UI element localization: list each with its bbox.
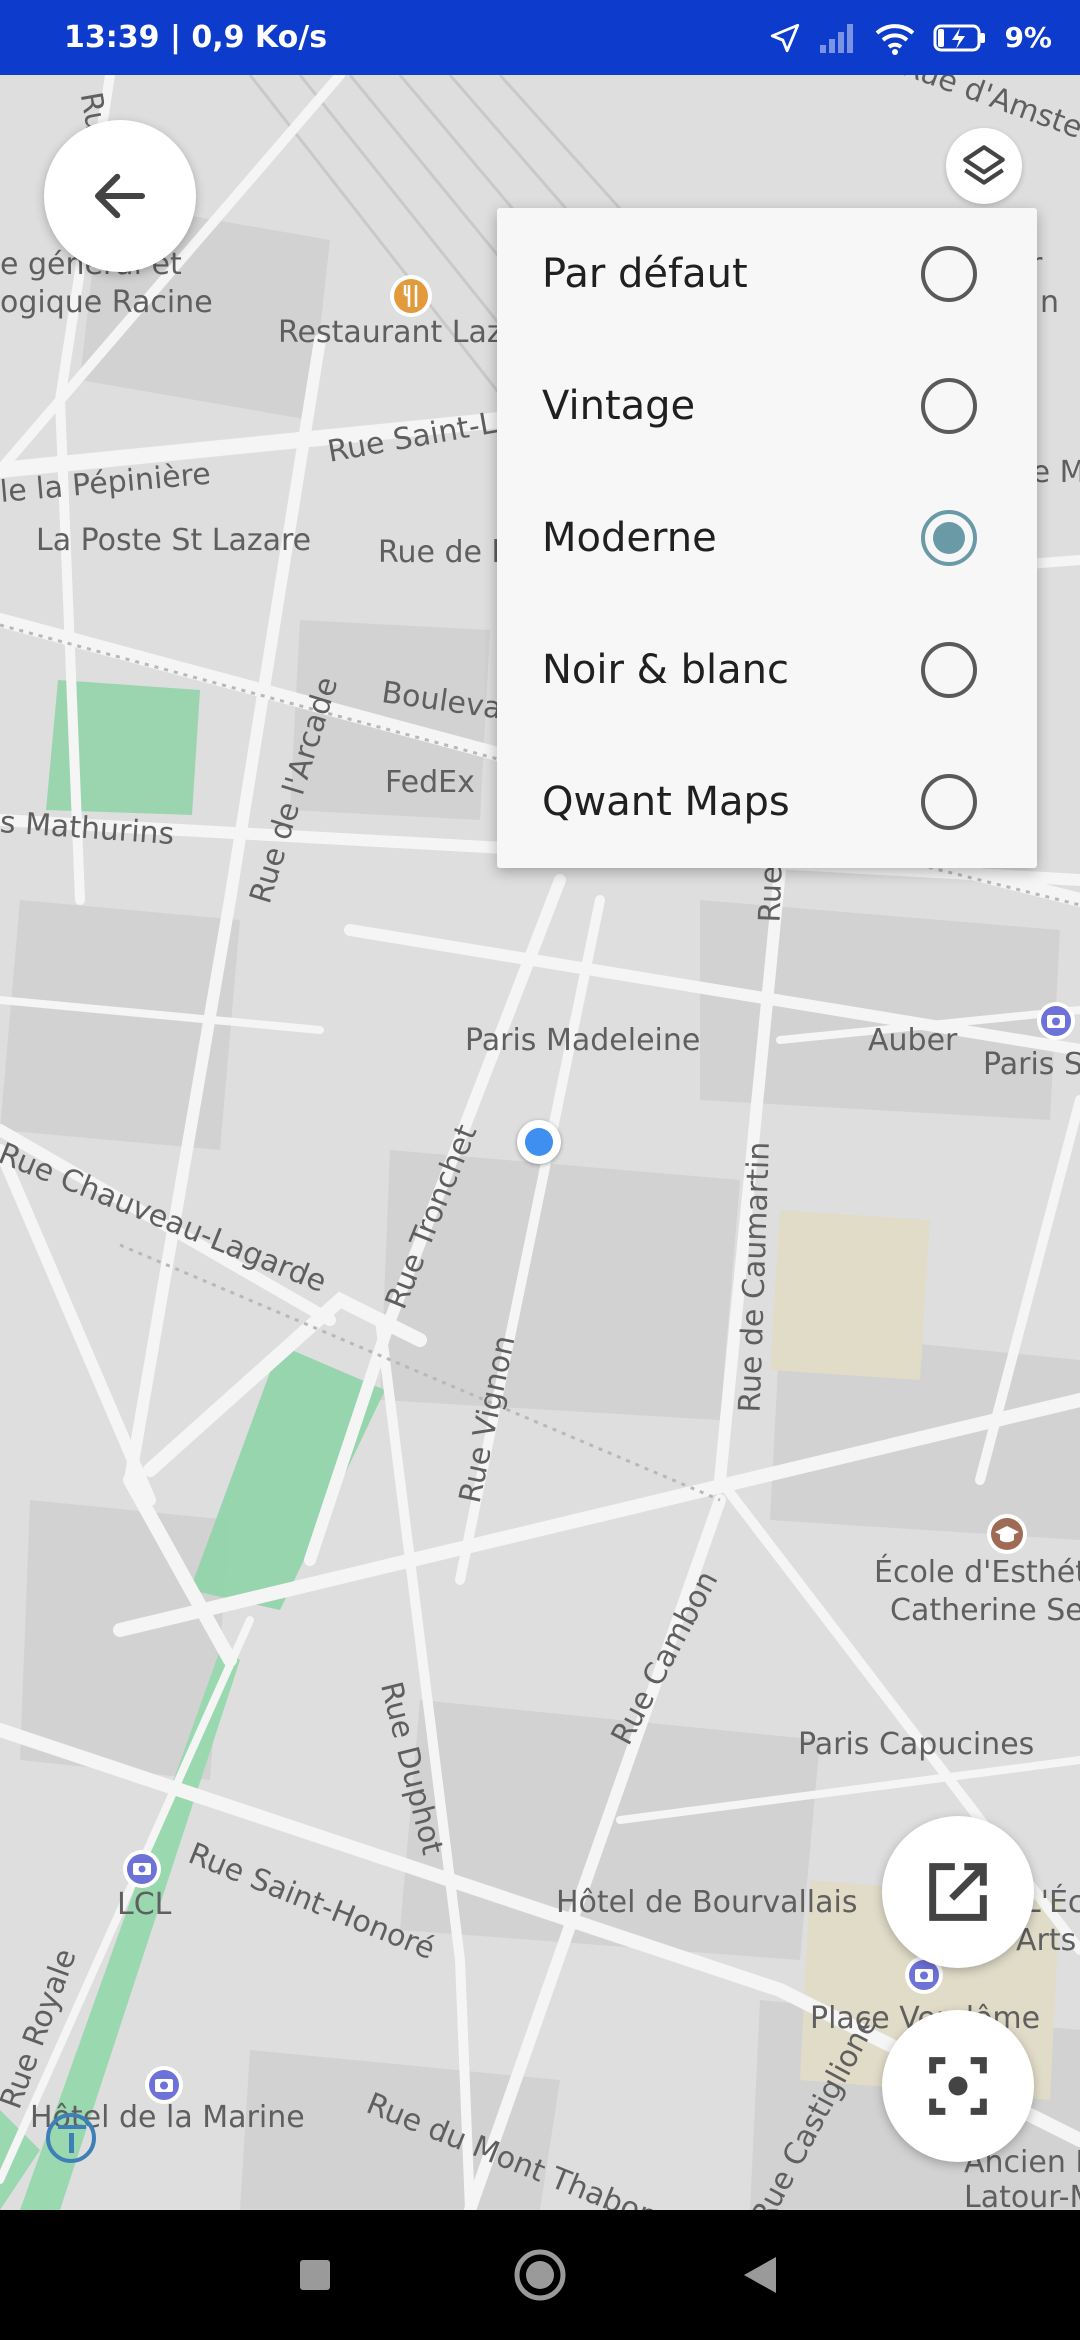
menu-option-vintage[interactable]: Vintage [497,340,1037,472]
school-icon[interactable] [986,1513,1028,1555]
menu-option-par-defaut[interactable]: Par défaut [497,208,1037,340]
map-label: Auber [868,1023,958,1058]
map-style-menu: Par défaut Vintage Moderne Noir & blanc … [497,208,1037,868]
status-icons: 9% [768,0,1052,75]
map-label: ogique Racine [0,285,213,320]
map-label: Paris Capucines [798,1727,1035,1762]
map-label: FedEx [385,765,475,800]
menu-option-qwant-maps[interactable]: Qwant Maps [497,736,1037,868]
map-label: École d'Esthét [874,1555,1080,1590]
battery-charging-icon [933,24,986,51]
arrow-left-icon [94,173,146,219]
map-label: Paris S [983,1047,1080,1082]
signal-icon [820,23,854,53]
menu-option-label: Par défaut [542,251,748,297]
square-recents-icon [300,2260,330,2290]
map-label: LCL [117,1887,172,1922]
map-label: Hôtel de Bourvallais [556,1885,858,1920]
radio-button[interactable] [921,642,977,698]
home-button[interactable] [480,2210,600,2340]
menu-option-label: Qwant Maps [542,779,790,825]
open-external-button[interactable] [882,1816,1034,1968]
menu-option-label: Noir & blanc [542,647,789,693]
map-style-button[interactable] [946,128,1022,204]
menu-option-label: Vintage [542,383,696,429]
triangle-back-icon [744,2257,776,2293]
map-label: Restaurant Laz [278,315,503,350]
map-label: La Poste St Lazare [36,523,312,558]
radio-button[interactable] [921,378,977,434]
back-button[interactable] [44,120,196,272]
map-label: Paris Madeleine [465,1023,701,1058]
nav-back-button[interactable] [700,2210,820,2340]
map-label: n [1040,285,1060,320]
current-location-dot [517,1120,561,1164]
menu-option-moderne[interactable]: Moderne [497,472,1037,604]
focus-location-icon [929,2057,987,2115]
restaurant-icon[interactable] [388,273,434,319]
open-external-icon [929,1863,987,1921]
map-label: Latour-M [964,2180,1080,2210]
map-label: Catherine Se [890,1593,1080,1628]
map-label: Arts [1016,1923,1077,1958]
radio-button-selected[interactable] [921,510,977,566]
recents-button[interactable] [255,2210,375,2340]
recenter-button[interactable] [882,2010,1034,2162]
info-icon[interactable] [46,2113,96,2163]
bank-icon[interactable] [122,1849,162,1889]
battery-percent: 9% [1004,21,1052,54]
menu-option-noir-blanc[interactable]: Noir & blanc [497,604,1037,736]
status-bar: 13:39 | 0,9 Ko/s 9% [0,0,1080,75]
camera-icon[interactable] [144,2065,184,2105]
location-arrow-icon [771,23,800,52]
radio-button[interactable] [921,774,977,830]
radio-button[interactable] [921,246,977,302]
camera-icon[interactable] [1036,1001,1076,1041]
menu-option-label: Moderne [542,515,717,561]
map-label: Rue de l [378,535,500,570]
circle-home-icon [514,2249,566,2301]
system-nav-bar [0,2210,1080,2340]
layers-icon [963,145,1005,185]
wifi-icon [876,23,915,55]
status-time: 13:39 | 0,9 Ko/s [64,20,328,55]
